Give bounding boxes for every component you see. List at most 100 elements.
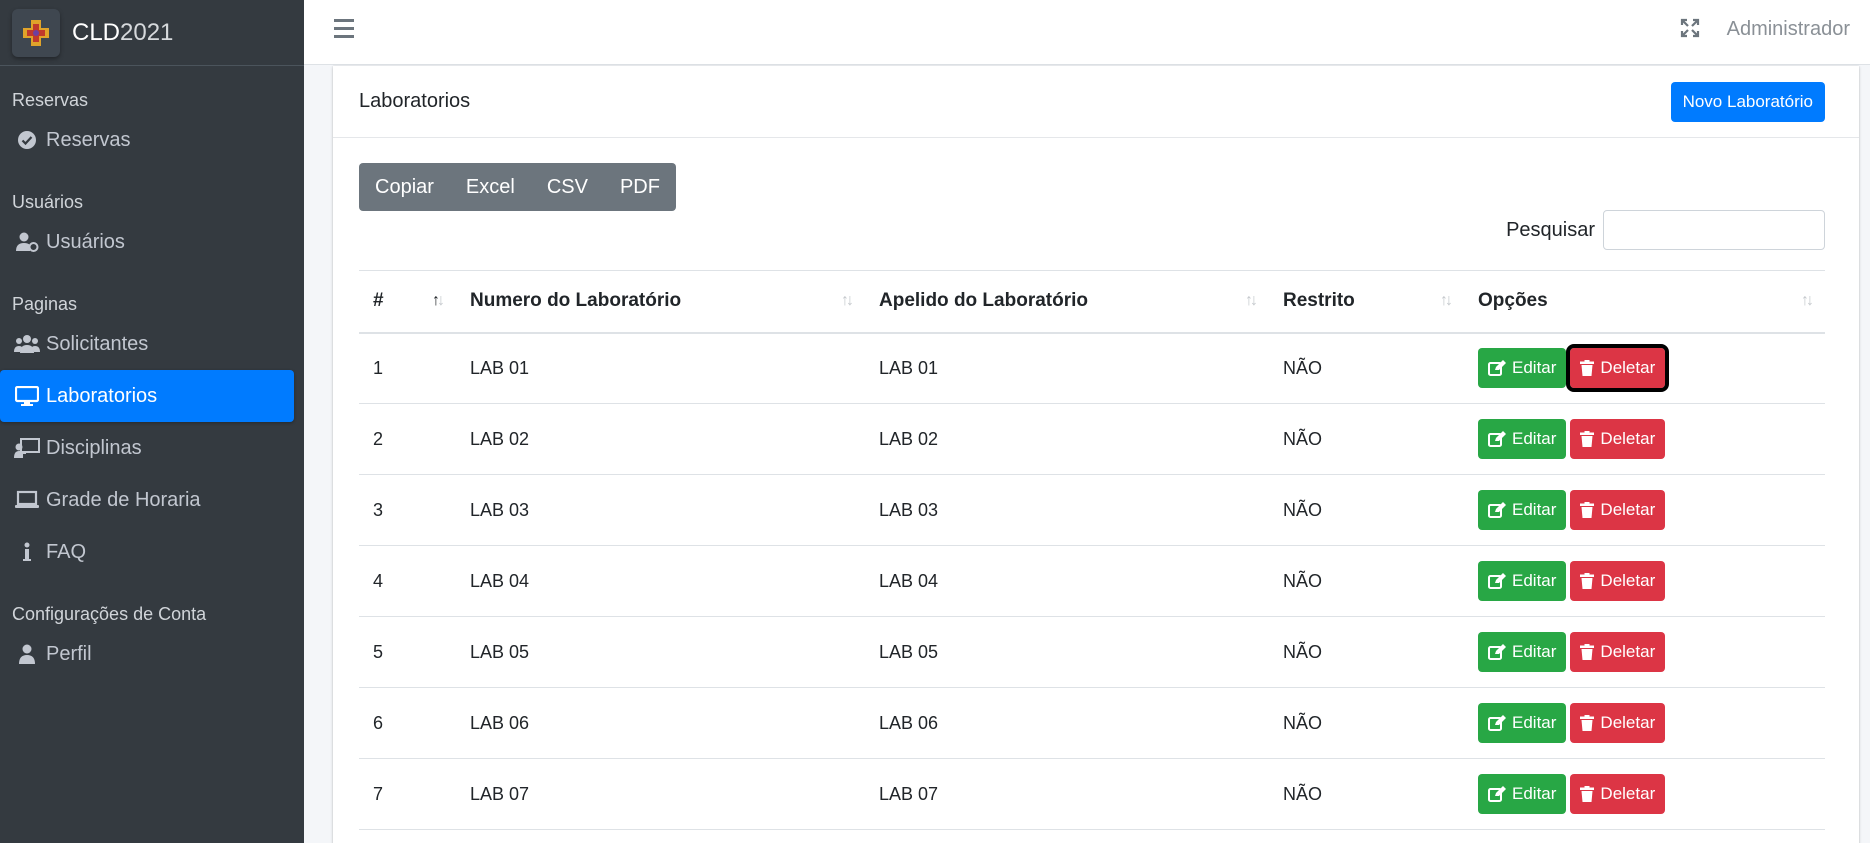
sidebar-item-usuarios[interactable]: Usuários (0, 216, 294, 268)
delete-label: Deletar (1600, 784, 1656, 803)
brand-suffix: 2021 (120, 18, 174, 46)
cell-id: 2 (359, 403, 456, 475)
sort-icon: ↑↓ (841, 292, 854, 309)
column-header-numero[interactable]: Numero do Laboratório ↑↓ (456, 270, 865, 334)
column-header-label: Numero do Laboratório (470, 290, 682, 312)
page-title: Laboratorios (359, 90, 471, 112)
table-row: 6 LAB 06 LAB 06 NÃO Editar Deletar (359, 687, 1825, 759)
search-area: Pesquisar (1506, 210, 1825, 250)
hamburger-menu-icon[interactable] (334, 19, 360, 43)
nav-header-usuarios: Usuários (12, 192, 84, 212)
user-menu[interactable]: Administrador (1727, 18, 1850, 41)
user-icon (14, 643, 40, 665)
brand-prefix: CLD (72, 18, 121, 46)
card-header: Laboratorios Novo Laboratório (333, 66, 1859, 138)
edit-button[interactable]: Editar (1478, 561, 1567, 601)
sidebar-item-faq[interactable]: FAQ (0, 526, 294, 578)
fullscreen-expand-icon[interactable] (1680, 18, 1702, 40)
copy-button[interactable]: Copiar (359, 163, 450, 211)
delete-button[interactable]: Deletar (1566, 344, 1670, 393)
pdf-button[interactable]: PDF (604, 163, 676, 211)
sidebar-item-solicitantes[interactable]: Solicitantes (0, 318, 294, 370)
sort-asc-icon: ↑↓ (432, 292, 445, 309)
edit-label: Editar (1512, 784, 1557, 803)
laboratorios-table: # ↑↓ Numero do Laboratório ↑↓ Apelido do… (359, 270, 1825, 830)
delete-label: Deletar (1600, 358, 1656, 378)
delete-button[interactable]: Deletar (1570, 490, 1666, 530)
search-input[interactable] (1603, 210, 1825, 250)
delete-label: Deletar (1600, 429, 1656, 448)
sidebar-item-grade-de-horaria[interactable]: Grade de Horaria (0, 474, 294, 526)
cell-restrito: NÃO (1269, 758, 1464, 830)
delete-button[interactable]: Deletar (1570, 703, 1666, 743)
edit-label: Editar (1512, 500, 1557, 519)
new-laboratorio-button[interactable]: Novo Laboratório (1670, 82, 1825, 122)
delete-button[interactable]: Deletar (1570, 561, 1666, 601)
cell-restrito: NÃO (1269, 687, 1464, 759)
table-row: 5 LAB 05 LAB 05 NÃO Editar Deletar (359, 616, 1825, 688)
cell-apelido: LAB 03 (865, 474, 1269, 546)
cell-restrito: NÃO (1269, 403, 1464, 475)
delete-label: Deletar (1600, 642, 1656, 661)
laptop-icon (14, 489, 40, 511)
table-row: 3 LAB 03 LAB 03 NÃO Editar Deletar (359, 474, 1825, 546)
edit-icon (1488, 786, 1506, 802)
delete-button[interactable]: Deletar (1570, 632, 1666, 672)
topbar: Administrador (304, 0, 1870, 65)
cell-opcoes: Editar Deletar (1464, 545, 1825, 617)
cell-numero: LAB 01 (456, 332, 865, 404)
cell-restrito: NÃO (1269, 616, 1464, 688)
cell-numero: LAB 06 (456, 687, 865, 759)
sort-icon: ↑↓ (1440, 292, 1453, 309)
column-header-restrito[interactable]: Restrito ↑↓ (1269, 270, 1464, 334)
edit-button[interactable]: Editar (1478, 703, 1567, 743)
column-header-label: Apelido do Laboratório (879, 290, 1088, 312)
edit-icon (1488, 644, 1506, 660)
edit-label: Editar (1512, 571, 1557, 590)
edit-button[interactable]: Editar (1478, 348, 1567, 389)
sidebar-item-label: Perfil (46, 642, 92, 665)
edit-label: Editar (1512, 713, 1557, 732)
trash-icon (1580, 786, 1595, 802)
edit-icon (1488, 360, 1506, 377)
cell-numero: LAB 05 (456, 616, 865, 688)
table-header-row: # ↑↓ Numero do Laboratório ↑↓ Apelido do… (359, 270, 1825, 334)
edit-button[interactable]: Editar (1478, 774, 1567, 814)
cell-opcoes: Editar Deletar (1464, 616, 1825, 688)
edit-button[interactable]: Editar (1478, 490, 1567, 530)
sidebar-item-reservas[interactable]: Reservas (0, 114, 294, 166)
search-label: Pesquisar (1506, 218, 1595, 241)
cell-apelido: LAB 04 (865, 545, 1269, 617)
sort-icon: ↑↓ (1801, 292, 1814, 309)
table-row: 7 LAB 07 LAB 07 NÃO Editar Deletar (359, 758, 1825, 830)
cell-opcoes: Editar Deletar (1464, 332, 1825, 404)
column-header-id[interactable]: # ↑↓ (359, 270, 456, 334)
sidebar-item-label: Laboratorios (46, 384, 158, 407)
delete-label: Deletar (1600, 500, 1656, 519)
sidebar-item-laboratorios[interactable]: Laboratorios (0, 370, 294, 422)
edit-button[interactable]: Editar (1478, 632, 1567, 672)
cell-numero: LAB 07 (456, 758, 865, 830)
cell-id: 3 (359, 474, 456, 546)
delete-button[interactable]: Deletar (1570, 774, 1666, 814)
excel-button[interactable]: Excel (450, 163, 531, 211)
sidebar-item-label: FAQ (46, 540, 87, 563)
sidebar-item-disciplinas[interactable]: Disciplinas (0, 422, 294, 474)
brand[interactable]: CLD2021 (0, 0, 304, 66)
trash-icon (1580, 360, 1595, 377)
sidebar-item-label: Reservas (46, 128, 131, 151)
brand-logo-icon (12, 8, 60, 57)
column-header-apelido[interactable]: Apelido do Laboratório ↑↓ (865, 270, 1269, 334)
cell-apelido: LAB 02 (865, 403, 1269, 475)
csv-button[interactable]: CSV (531, 163, 604, 211)
trash-icon (1580, 573, 1595, 589)
edit-label: Editar (1512, 358, 1557, 378)
cell-id: 1 (359, 332, 456, 404)
brand-name: CLD2021 (72, 19, 173, 47)
sidebar-item-perfil[interactable]: Perfil (0, 628, 294, 680)
cell-restrito: NÃO (1269, 332, 1464, 404)
cell-opcoes: Editar Deletar (1464, 403, 1825, 475)
edit-button[interactable]: Editar (1478, 419, 1567, 459)
delete-button[interactable]: Deletar (1570, 419, 1666, 459)
column-header-opcoes[interactable]: Opções ↑↓ (1464, 270, 1825, 334)
